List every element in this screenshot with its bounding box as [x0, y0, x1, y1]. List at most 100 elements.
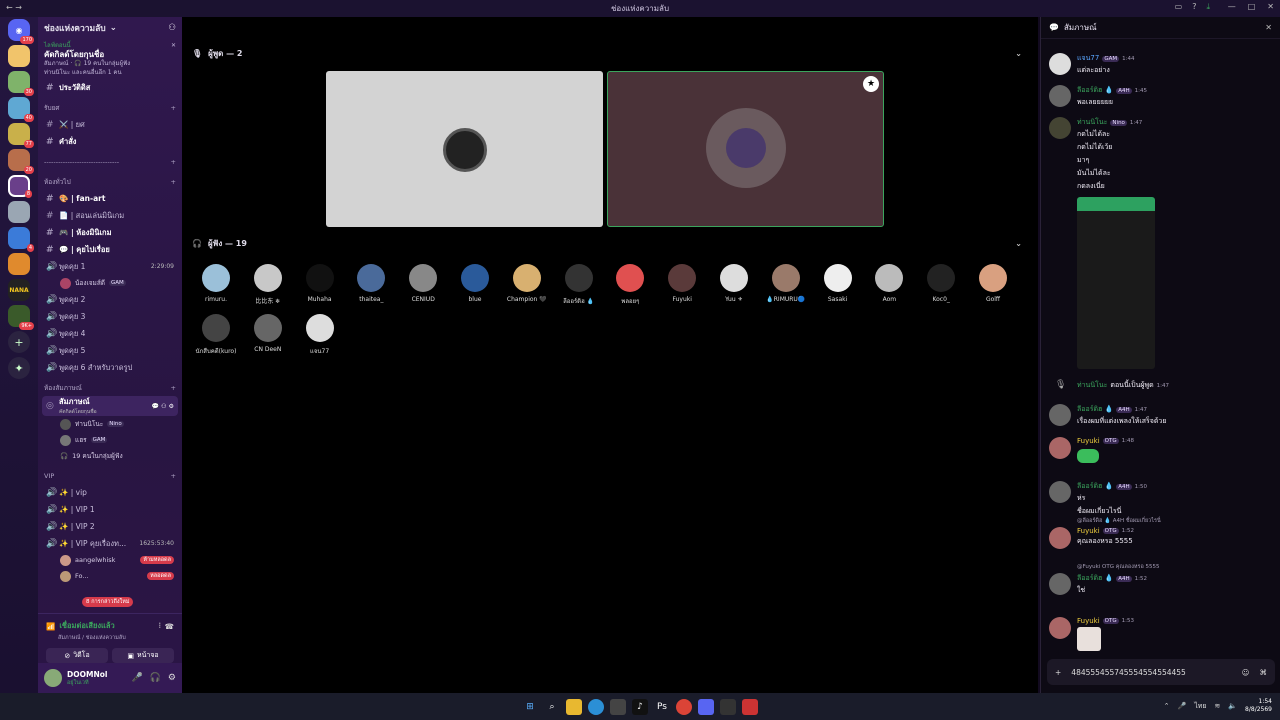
message-author[interactable]: ลีออร์ดิฮ 💧 — [1077, 481, 1113, 492]
chevron-down-icon[interactable]: ⌄ — [1015, 239, 1022, 248]
message-author[interactable]: ท่านนิโนะ — [1077, 117, 1107, 128]
add-server-icon[interactable]: + — [8, 331, 30, 353]
voice-channel[interactable]: 🔊 พูดคุย 1 2:29:09 — [38, 258, 182, 275]
voice-channel[interactable]: 🔊 ✨ | VIP คุยเรื่องท... 1625:53:40 — [38, 535, 182, 552]
stage-member[interactable]: ท่านนิโนะ Nino — [38, 416, 182, 432]
audience-member[interactable]: ลีออร์ดิฮ 💧 — [553, 264, 605, 306]
chrome-icon[interactable] — [676, 698, 692, 715]
channel-commands[interactable]: # คำสั่ง — [38, 133, 182, 150]
noise-icon[interactable]: ⫶ — [159, 621, 161, 631]
add-icon[interactable]: + — [1055, 668, 1061, 677]
channel-minigame-guide[interactable]: # 📄 | สอนเล่นมินิเกม — [38, 207, 182, 224]
stage-actions-icon[interactable]: 💬 ⚇ ⚙ — [152, 403, 174, 410]
server-icon[interactable] — [8, 253, 30, 275]
message-author[interactable]: ลีออร์ดิฮ 💧 — [1077, 85, 1113, 96]
chat-message[interactable]: ลีออร์ดิฮ 💧 A4H 1:47 เรื่องผมที่แต่งเพลงให้… — [1049, 404, 1275, 428]
voice-channel[interactable]: 🔊 พูดคุย 6 สำหรับวาดรูป — [38, 359, 182, 376]
inbox-icon[interactable]: ▭ — [1175, 2, 1183, 12]
screenshot-attachment[interactable] — [1077, 197, 1155, 369]
audience-member[interactable]: CN DeeN — [242, 314, 294, 353]
message-author[interactable]: Fuyuki — [1077, 617, 1100, 625]
microphone-icon[interactable]: 🎤 — [1177, 702, 1186, 710]
chat-message[interactable]: @ลีออร์ดิฮ 💧 A4H ชื่อผมเกี่ยวไรนี่ Fuyuki… — [1049, 518, 1275, 549]
clock[interactable]: 1:54 8/8/2569 — [1245, 698, 1272, 714]
message-input[interactable]: + 484555455745554554554455 ☺ ⌘ — [1047, 659, 1275, 685]
chat-message[interactable]: Fuyuki OTG 1:48 — [1049, 437, 1275, 463]
disconnect-icon[interactable]: ☎ — [165, 622, 174, 631]
audience-member[interactable]: Muhaha — [294, 264, 346, 303]
channel-history[interactable]: # ประวัติดิส — [38, 79, 182, 96]
message-author[interactable]: ท่านนิโนะ — [1077, 380, 1107, 391]
avatar[interactable] — [44, 669, 62, 687]
avatar[interactable] — [1049, 53, 1071, 75]
voice-channel[interactable]: 🔊 พูดคุย 5 — [38, 342, 182, 359]
speaker-tile[interactable] — [326, 71, 603, 227]
edge-icon[interactable] — [588, 698, 604, 715]
voice-channel[interactable]: 🔊 พูดคุย 4 — [38, 325, 182, 342]
photoshop-icon[interactable]: Ps — [654, 698, 670, 715]
audience-member[interactable]: blue — [449, 264, 501, 303]
audience-member[interactable]: Champion 🖤 — [501, 264, 553, 303]
new-mentions-pill[interactable]: 8 การกล่าวถึงใหม่ — [82, 597, 134, 607]
voice-channel[interactable]: 🔊 พูดคุย 3 — [38, 308, 182, 325]
language-indicator[interactable]: ไทย — [1194, 701, 1206, 712]
audience-member[interactable]: Aom — [863, 264, 915, 303]
discord-icon[interactable] — [698, 698, 714, 715]
avatar[interactable] — [1049, 481, 1071, 503]
message-author[interactable]: ลีออร์ดิฮ 💧 — [1077, 573, 1113, 584]
chat-message[interactable]: ลีออร์ดิฮ 💧 A4H 1:50 ห่ร ชื่อผมเกี่ยวไรนี่ — [1049, 481, 1275, 518]
message-author[interactable]: Fuyuki — [1077, 437, 1100, 445]
category-roles[interactable]: รับยศ + — [38, 100, 182, 116]
avatar[interactable] — [1049, 404, 1071, 426]
help-icon[interactable]: ? — [1192, 2, 1196, 12]
stage-channel[interactable]: ◎ สัมภาษณ์ คัดกิลด์โดยกุนชื่อ 💬 ⚇ ⚙ — [42, 396, 178, 416]
server-icon[interactable]: 9K+ — [8, 305, 34, 330]
server-icon[interactable]: 40 — [8, 97, 34, 122]
server-icon[interactable]: 30 — [8, 71, 34, 96]
message-author[interactable]: Fuyuki — [1077, 527, 1100, 535]
voice-member[interactable]: aangelwhisk ห้ามหลอดล — [38, 552, 182, 568]
chat-message[interactable]: ลีออร์ดิฮ 💧 A4H 1:45 พอเลยยยยย — [1049, 85, 1275, 109]
chat-message[interactable]: แจน77 GAM 1:44 แต่ละอย่าง — [1049, 53, 1275, 77]
chat-message[interactable]: Fuyuki OTG 1:53 — [1049, 617, 1275, 651]
channel-minigame[interactable]: # 🎮 | ห้องมินิเกม — [38, 224, 182, 241]
close-icon[interactable]: ✕ — [171, 41, 176, 50]
chevron-down-icon[interactable]: ⌄ — [1015, 49, 1022, 58]
avatar[interactable] — [1049, 437, 1071, 459]
add-friend-icon[interactable]: ⚇ — [168, 23, 176, 33]
gear-icon[interactable]: ⚙ — [168, 673, 176, 683]
voice-channel[interactable]: 🔊 ✨ | VIP 1 — [38, 501, 182, 518]
close-icon[interactable]: ✕ — [1265, 23, 1272, 32]
app-icon[interactable] — [742, 698, 758, 715]
message-author[interactable]: แจน77 — [1077, 53, 1099, 64]
audience-member[interactable]: 比比东 ❄ — [242, 264, 294, 305]
audience-member[interactable]: นักสืบคดี(kuro) — [190, 314, 242, 356]
discord-home-icon[interactable]: ◉ 170 — [8, 19, 34, 44]
channel-roles[interactable]: # ⚔️ | ยศ — [38, 116, 182, 133]
reply-preview[interactable]: @ลีออร์ดิฮ 💧 A4H ชื่อผมเกี่ยวไรนี่ — [1077, 517, 1275, 527]
category-vip[interactable]: VIP + — [38, 468, 182, 484]
avatar[interactable] — [1049, 85, 1071, 107]
download-icon[interactable]: ⤓ — [1206, 2, 1210, 12]
app-icon[interactable] — [720, 698, 736, 715]
live-event-card[interactable]: ไลฟ์ตอนนี้ ✕ คัดกิลด์โดยกุนชื่อ สัมภาษณ์ … — [38, 39, 182, 79]
server-icon[interactable] — [8, 45, 30, 67]
store-icon[interactable] — [610, 698, 626, 715]
chat-message[interactable]: ท่านนิโนะ Nino 1:47 กดไม่ได้ละ กดไม่ได้เว้ยม… — [1049, 117, 1275, 369]
discover-icon[interactable]: ✦ — [8, 357, 30, 379]
back-forward-icon[interactable]: ← → — [6, 3, 22, 12]
emoji-icon[interactable]: ☺ — [1242, 668, 1250, 677]
audience-header[interactable]: 🎧 ผู้ฟัง — 19 ⌄ — [192, 237, 1022, 250]
voice-channel[interactable]: 🔊 ✨ | vip — [38, 484, 182, 501]
stage-member[interactable]: แฮร GAM — [38, 432, 182, 448]
audience-member[interactable]: Sasaki — [812, 264, 864, 303]
category-divider[interactable]: -------------------------------- + — [38, 154, 182, 170]
sticker-attachment[interactable] — [1077, 449, 1099, 463]
audience-member[interactable]: Koc0_ — [915, 264, 967, 303]
file-explorer-icon[interactable] — [566, 698, 582, 715]
server-icon[interactable] — [8, 201, 30, 223]
server-header[interactable]: ช่องแห่งความลับ ⌄ ⚇ — [38, 17, 182, 39]
apps-icon[interactable]: ⌘ — [1260, 668, 1268, 677]
screen-share-button[interactable]: ▣ หน้าจอ — [112, 648, 174, 663]
voice-member[interactable]: น้องเจมส์ดี GAM — [38, 275, 182, 291]
